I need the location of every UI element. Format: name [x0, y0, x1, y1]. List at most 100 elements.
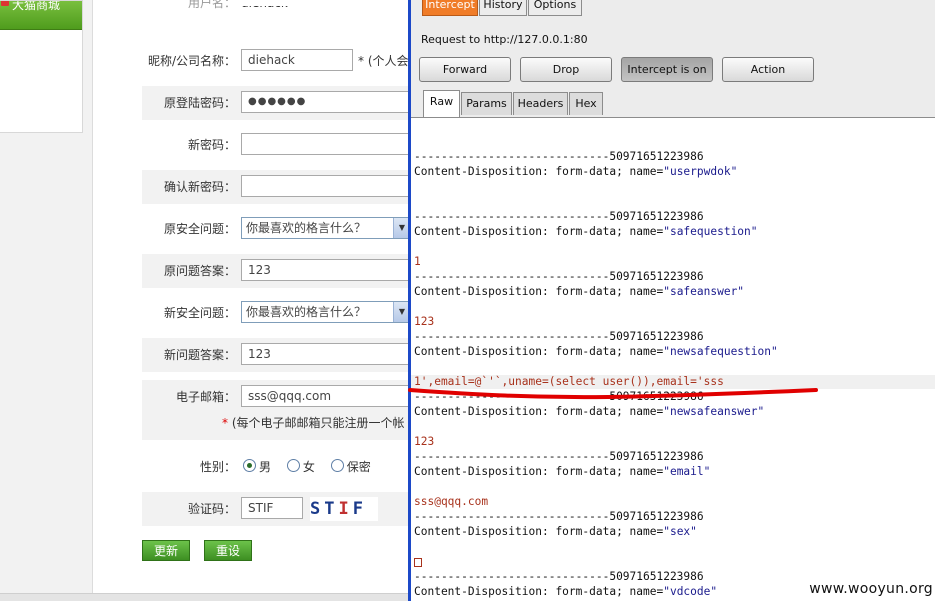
new-password-input[interactable]: [241, 133, 410, 155]
email-input[interactable]: sss@qqq.com: [241, 385, 410, 407]
nickname-input[interactable]: diehack: [241, 49, 353, 71]
captcha-char: T: [324, 499, 339, 519]
nickname-note: * (个人会: [358, 54, 409, 68]
captcha-char: S: [310, 499, 325, 519]
subtab-headers[interactable]: Headers: [513, 92, 568, 115]
boundary-line: -----------------------------50971651223…: [414, 510, 704, 523]
store-logo-icon: [1, 1, 9, 6]
new-answer-row: 新问题答案： 123: [142, 338, 410, 372]
captcha-label: 验证码：: [187, 502, 236, 516]
old-password-label: 原登陆密码：: [163, 96, 236, 110]
subtab-hex[interactable]: Hex: [569, 92, 603, 115]
field-value: sss@qqq.com: [414, 495, 489, 508]
old-question-row: 原安全问题： 你最喜欢的格言什么？ ▼: [142, 212, 410, 246]
subtab-params[interactable]: Params: [461, 92, 512, 115]
boundary-line: -----------------------------50971651223…: [414, 330, 704, 343]
new-question-row: 新安全问题： 你最喜欢的格言什么？ ▼: [142, 296, 410, 330]
new-answer-label: 新问题答案：: [163, 348, 236, 362]
gender-radio-female[interactable]: [286, 459, 300, 472]
confirm-password-label: 确认新密码：: [163, 180, 236, 194]
disposition-line: Content-Disposition: form-data; name="ne…: [414, 345, 778, 358]
old-answer-input[interactable]: 123: [241, 259, 410, 281]
field-value: 1: [414, 255, 421, 268]
watermark-text: www.wooyun.org: [809, 581, 933, 597]
boundary-line: -----------------------------50971651223…: [414, 150, 704, 163]
boundary-line: -----------------------------50971651223…: [414, 450, 704, 463]
field-name: "safeanswer": [663, 285, 745, 298]
gender-option-label: 女: [302, 460, 315, 474]
captcha-char: I: [338, 499, 353, 519]
boundary-line: -----------------------------50971651223…: [414, 570, 704, 583]
disposition-line: Content-Disposition: form-data; name="us…: [414, 165, 738, 178]
old-answer-row: 原问题答案： 123: [142, 254, 410, 288]
gender-row: 性别： 男 女 保密: [142, 450, 410, 484]
email-label: 电子邮箱：: [175, 390, 236, 404]
username-label: 用户名：: [187, 0, 236, 10]
gender-radio-male[interactable]: [243, 459, 256, 472]
drop-button[interactable]: Drop: [520, 57, 612, 82]
sidebar-box: 大猫商城: [0, 0, 83, 133]
field-name: "safequestion": [663, 225, 758, 238]
nickname-label: 昵称/公司名称：: [147, 54, 236, 68]
old-password-row: 原登陆密码： ●●●●●●: [142, 86, 410, 120]
email-note: * (每个电子邮邮箱只能注册一个帐: [222, 416, 405, 430]
username-row: 用户名： diehack: [142, 0, 410, 24]
field-name: "userpwdok": [663, 165, 738, 178]
disposition-line: Content-Disposition: form-data; name="em…: [414, 465, 711, 478]
tab-intercept[interactable]: Intercept: [422, 0, 478, 16]
tab-history[interactable]: History: [479, 0, 527, 16]
disposition-line: Content-Disposition: form-data; name="sa…: [414, 225, 758, 238]
gender-label: 性别：: [199, 460, 236, 474]
field-name: "vdcode": [663, 585, 718, 598]
disposition-line: Content-Disposition: form-data; name="sa…: [414, 285, 745, 298]
action-button[interactable]: Action: [722, 57, 814, 82]
captcha-image[interactable]: STIF: [310, 497, 378, 521]
bottom-strip: [0, 593, 410, 601]
boundary-line: -----------------------------50971651223…: [414, 210, 704, 223]
forward-button[interactable]: Forward: [419, 57, 511, 82]
gender-option-label: 男: [259, 460, 272, 474]
new-question-label: 新安全问题：: [163, 306, 236, 320]
new-password-label: 新密码：: [187, 138, 236, 152]
captcha-input[interactable]: STIF: [241, 497, 303, 519]
email-row: 电子邮箱： sss@qqq.com * (每个电子邮邮箱只能注册一个帐: [142, 380, 410, 440]
captcha-row: 验证码： STIF STIF: [142, 492, 410, 526]
gender-radio-group: 男 女 保密: [241, 450, 381, 484]
field-name: "newsafeanswer": [663, 405, 765, 418]
new-password-row: 新密码：: [142, 128, 410, 162]
old-answer-label: 原问题答案：: [163, 264, 236, 278]
field-name: "newsafequestion": [663, 345, 778, 358]
disposition-line: Content-Disposition: form-data; name="vd…: [414, 585, 718, 598]
field-name: "email": [663, 465, 711, 478]
field-name: "sex": [663, 525, 697, 538]
username-value: diehack: [241, 6, 288, 10]
old-password-input[interactable]: ●●●●●●: [241, 91, 410, 113]
confirm-password-row: 确认新密码：: [142, 170, 410, 204]
confirm-password-input[interactable]: [241, 175, 410, 197]
raw-request-editor[interactable]: -----------------------------50971651223…: [411, 117, 935, 601]
reset-button[interactable]: 重设: [204, 540, 252, 561]
field-value: 123: [414, 315, 435, 328]
new-question-select[interactable]: 你最喜欢的格言什么？ ▼: [241, 301, 410, 323]
email-note-text: (每个电子邮邮箱只能注册一个帐: [231, 416, 405, 430]
gender-option-label: 保密: [346, 460, 371, 474]
subtab-raw[interactable]: Raw: [423, 90, 460, 117]
tab-options[interactable]: Options: [528, 0, 582, 16]
disposition-line: Content-Disposition: form-data; name="ne…: [414, 405, 765, 418]
sidebar-header: 大猫商城: [0, 1, 82, 30]
new-question-value: 你最喜欢的格言什么？: [246, 305, 367, 319]
field-value: 123: [414, 435, 435, 448]
update-button[interactable]: 更新: [142, 540, 190, 561]
field-value: [414, 555, 422, 569]
gender-radio-secret[interactable]: [330, 459, 344, 472]
old-question-label: 原安全问题：: [163, 222, 236, 236]
intercept-toggle-button[interactable]: Intercept is on: [621, 57, 713, 82]
new-answer-input[interactable]: 123: [241, 343, 410, 365]
red-annotation-underline: [408, 388, 818, 400]
old-question-select[interactable]: 你最喜欢的格言什么？ ▼: [241, 217, 410, 239]
disposition-line: Content-Disposition: form-data; name="se…: [414, 525, 697, 538]
request-target: Request to http://127.0.0.1:80: [421, 33, 588, 46]
nickname-row: 昵称/公司名称： diehack * (个人会: [142, 44, 410, 78]
old-question-value: 你最喜欢的格言什么？: [246, 221, 367, 235]
red-underline-stroke: [408, 388, 818, 400]
